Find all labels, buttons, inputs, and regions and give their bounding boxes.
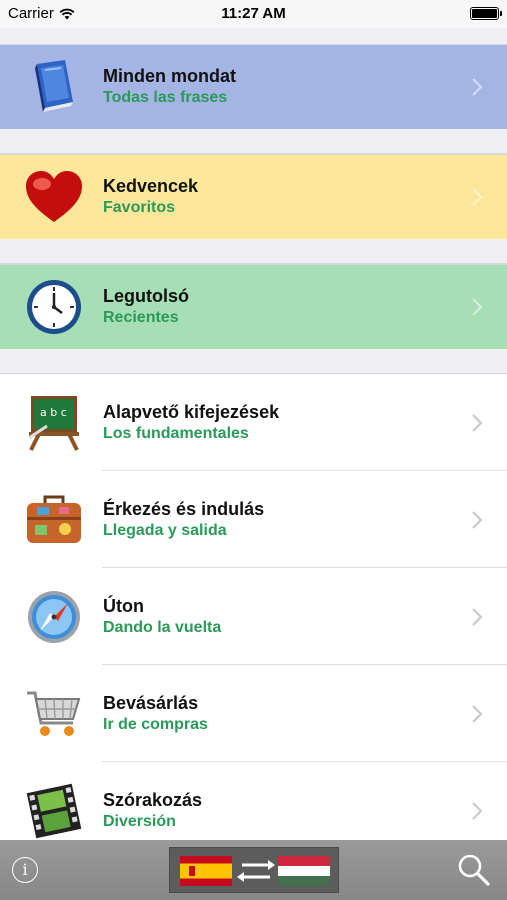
status-bar: Carrier 11:27 AM [0,0,507,28]
suitcase-icon [24,490,84,550]
category-basics[interactable]: a b c Alapvető kifejezések Los fundament… [0,374,507,471]
chevron-right-icon [472,510,483,529]
compass-icon [24,587,84,647]
section-gap [0,239,507,264]
film-strip-icon [24,781,84,841]
svg-text:a b c: a b c [40,406,67,419]
category-favorites[interactable]: Kedvencek Favoritos [0,154,507,239]
category-shopping[interactable]: Bevásárlás Ir de compras [0,665,507,762]
category-title: Bevásárlás [103,692,199,713]
category-subtitle: Favoritos [103,199,176,216]
section-gap [0,349,507,374]
category-title: Alapvető kifejezések [103,401,280,422]
chevron-right-icon [472,801,483,820]
category-subtitle: Los fundamentales [103,424,249,442]
chevron-right-icon [472,298,483,316]
category-subtitle: Diversión [103,812,176,830]
hungary-flag-icon [278,856,330,886]
chevron-right-icon [472,188,483,206]
category-all-phrases[interactable]: Minden mondat Todas las frases [0,44,507,129]
category-subtitle: Llegada y salida [103,521,227,539]
heart-icon [24,167,84,227]
section-gap [0,129,507,154]
book-icon [24,57,84,117]
chevron-right-icon [472,607,483,626]
category-entertainment[interactable]: Szórakozás Diversión [0,762,507,840]
chalkboard-icon: a b c [24,393,84,453]
category-title: Szórakozás [103,789,203,810]
clock-icon [24,277,84,337]
chevron-right-icon [472,413,483,432]
info-icon[interactable]: i [12,857,38,883]
shopping-cart-icon [24,684,84,744]
search-icon[interactable] [457,853,491,887]
category-title: Legutolsó [103,286,189,306]
category-recents[interactable]: Legutolsó Recientes [0,264,507,349]
swap-arrows-icon [237,860,275,882]
category-title: Minden mondat [103,66,236,86]
category-list[interactable]: Minden mondat Todas las frases Kedvencek… [0,28,507,840]
chevron-right-icon [472,704,483,723]
category-title: Kedvencek [103,176,199,196]
category-title: Érkezés és indulás [103,498,265,519]
category-subtitle: Ir de compras [103,715,208,733]
list-spacer [0,28,507,44]
spain-flag-icon [180,856,232,886]
category-subtitle: Recientes [103,309,179,326]
battery-icon [470,7,502,20]
category-subtitle: Dando la vuelta [103,618,222,636]
category-arrival-departure[interactable]: Érkezés és indulás Llegada y salida [0,471,507,568]
category-getting-around[interactable]: Úton Dando la vuelta [0,568,507,665]
language-switch-button[interactable] [169,847,339,893]
clock-time: 11:27 AM [221,5,286,22]
category-subtitle: Todas las frases [103,89,228,106]
category-title: Úton [103,595,144,616]
chevron-right-icon [472,78,483,96]
bottom-toolbar: i [0,840,507,900]
